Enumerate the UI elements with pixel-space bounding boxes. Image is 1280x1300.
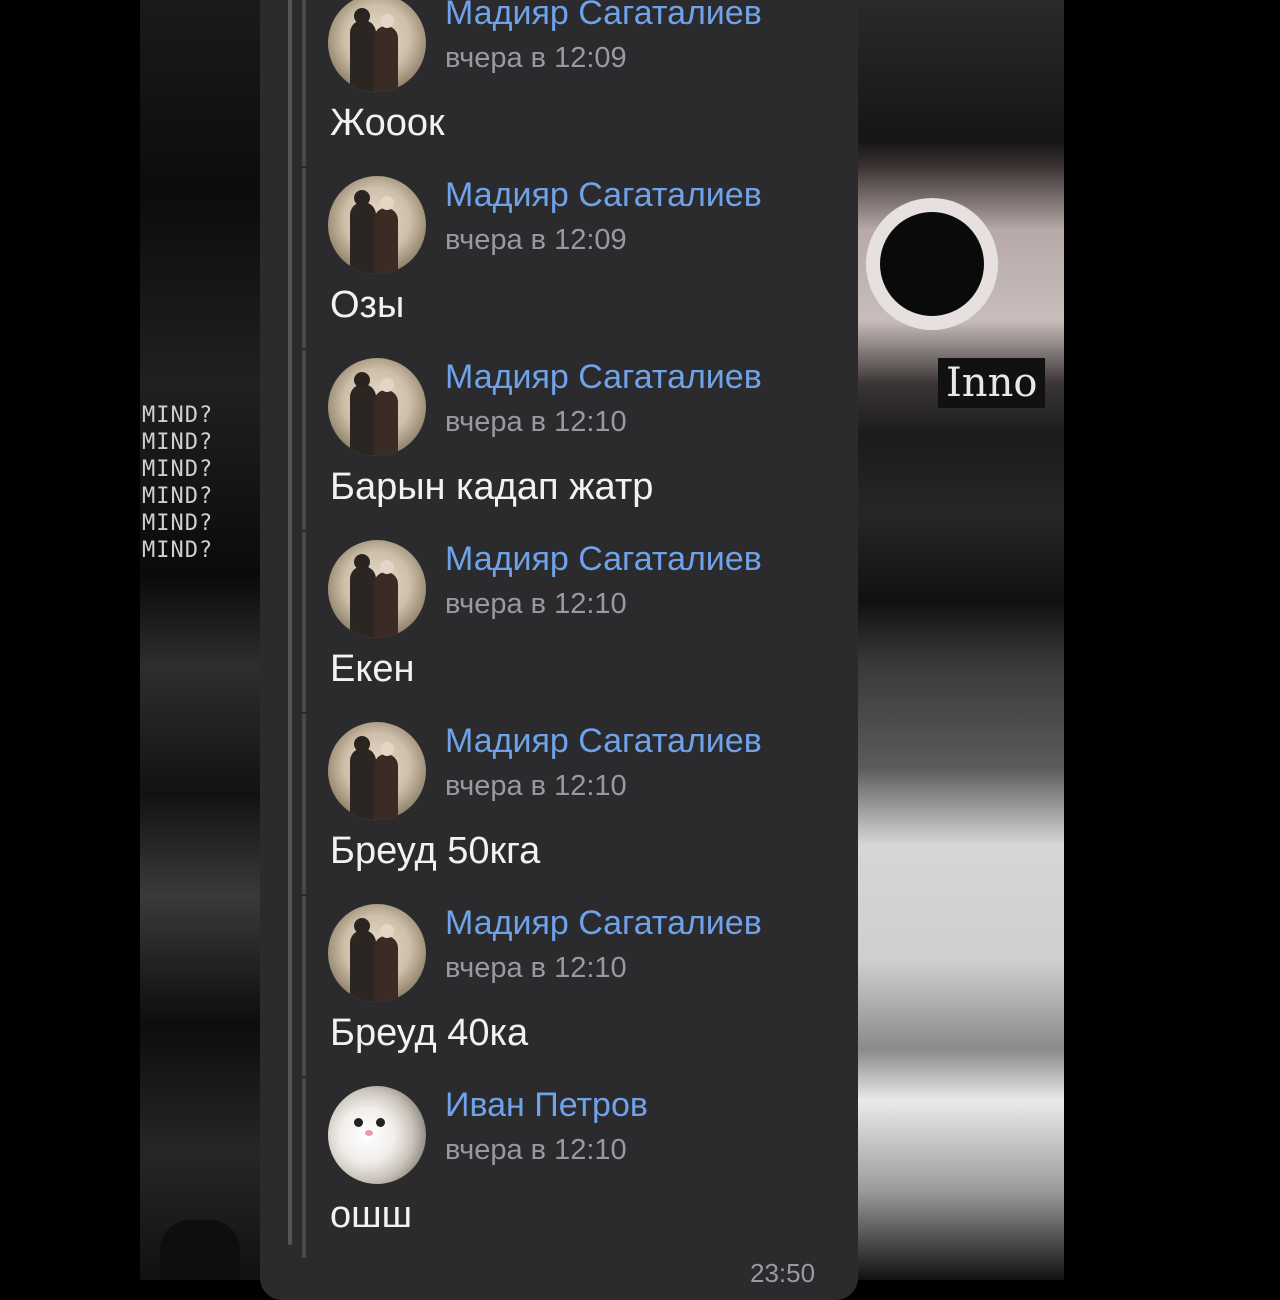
wallpaper-text: MIND? bbox=[142, 403, 214, 428]
author-name[interactable]: Мадияр Сагаталиев bbox=[445, 0, 762, 33]
wallpaper-text: MIND? bbox=[142, 430, 214, 455]
avatar[interactable] bbox=[328, 0, 426, 92]
avatar[interactable] bbox=[328, 358, 426, 456]
chat-thread-panel[interactable]: Мадияр Сагаталиев вчера в 12:09 Жооок Ма… bbox=[260, 0, 858, 1300]
wallpaper-text: MIND? bbox=[142, 511, 214, 536]
wallpaper-figure bbox=[160, 1220, 240, 1280]
message-item[interactable]: Мадияр Сагаталиев вчера в 12:10 Барын ка… bbox=[302, 350, 842, 530]
message-timestamp: вчера в 12:10 bbox=[445, 1134, 627, 1166]
author-name[interactable]: Мадияр Сагаталиев bbox=[445, 176, 762, 215]
anime-eye-image bbox=[880, 212, 984, 316]
message-item[interactable]: Мадияр Сагаталиев вчера в 12:10 Бреуд 40… bbox=[302, 896, 842, 1076]
message-text: ошш bbox=[330, 1194, 413, 1236]
wallpaper-text: MIND? bbox=[142, 484, 214, 509]
avatar[interactable] bbox=[328, 176, 426, 274]
author-name[interactable]: Мадияр Сагаталиев bbox=[445, 540, 762, 579]
avatar[interactable] bbox=[328, 1086, 426, 1184]
message-text: Бреуд 40ка bbox=[330, 1012, 529, 1054]
wallpaper-text: Inno bbox=[938, 358, 1046, 408]
avatar[interactable] bbox=[328, 722, 426, 820]
message-text: Бреуд 50кга bbox=[330, 830, 541, 872]
author-name[interactable]: Мадияр Сагаталиев bbox=[445, 904, 762, 943]
message-timestamp: вчера в 12:10 bbox=[445, 770, 627, 802]
message-text: Озы bbox=[330, 284, 405, 326]
message-item[interactable]: Мадияр Сагаталиев вчера в 12:10 Екен bbox=[302, 532, 842, 712]
message-item[interactable]: Мадияр Сагаталиев вчера в 12:09 Жооок bbox=[302, 0, 842, 166]
thread-line bbox=[288, 0, 292, 1245]
message-text: Екен bbox=[330, 648, 415, 690]
wallpaper-text: MIND? bbox=[142, 538, 214, 563]
wallpaper-right: Inno bbox=[858, 0, 1064, 1280]
message-item[interactable]: Иван Петров вчера в 12:10 ошш bbox=[302, 1078, 842, 1258]
author-name[interactable]: Мадияр Сагаталиев bbox=[445, 358, 762, 397]
message-timestamp: вчера в 12:10 bbox=[445, 406, 627, 438]
author-name[interactable]: Иван Петров bbox=[445, 1086, 648, 1125]
message-text: Барын кадап жатр bbox=[330, 466, 654, 508]
avatar[interactable] bbox=[328, 540, 426, 638]
message-timestamp: вчера в 12:10 bbox=[445, 952, 627, 984]
author-name[interactable]: Мадияр Сагаталиев bbox=[445, 722, 762, 761]
message-timestamp: вчера в 12:10 bbox=[445, 588, 627, 620]
wallpaper-left: MIND? MIND? MIND? MIND? MIND? MIND? bbox=[140, 0, 262, 1280]
message-timestamp: вчера в 12:09 bbox=[445, 224, 627, 256]
footer-timestamp: 23:50 bbox=[750, 1258, 816, 1288]
message-text: Жооок bbox=[330, 102, 445, 144]
message-item[interactable]: Мадияр Сагаталиев вчера в 12:09 Озы bbox=[302, 168, 842, 348]
message-item[interactable]: Мадияр Сагаталиев вчера в 12:10 Бреуд 50… bbox=[302, 714, 842, 894]
avatar[interactable] bbox=[328, 904, 426, 1002]
wallpaper-text: MIND? bbox=[142, 457, 214, 482]
message-timestamp: вчера в 12:09 bbox=[445, 42, 627, 74]
